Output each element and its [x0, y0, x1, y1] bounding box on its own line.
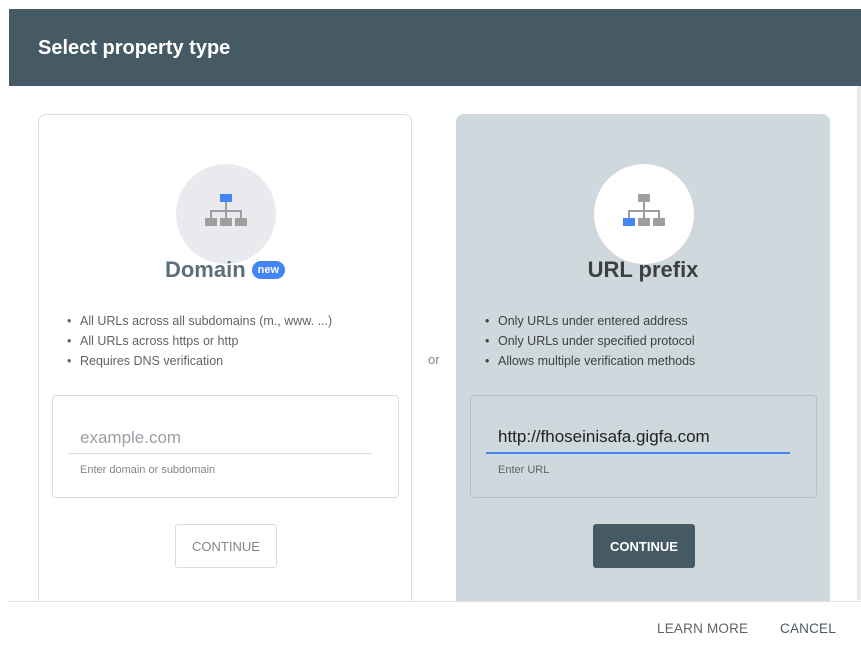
sitemap-icon: [205, 194, 247, 226]
sitemap-icon: [623, 194, 665, 226]
bullet-item: Only URLs under specified protocol: [485, 331, 695, 351]
domain-input-hint: Enter domain or subdomain: [80, 464, 216, 476]
domain-input[interactable]: [68, 422, 372, 454]
url-input-box: Enter URL: [470, 395, 817, 498]
url-input-hint: Enter URL: [498, 464, 550, 476]
bullet-item: All URLs across https or http: [67, 331, 332, 351]
bullet-item: Allows multiple verification methods: [485, 351, 695, 371]
domain-bullet-list: All URLs across all subdomains (m., www.…: [67, 311, 332, 371]
domain-title: Domain: [164, 257, 246, 282]
scrollbar[interactable]: [857, 86, 861, 600]
domain-card[interactable]: Domain new All URLs across all subdomains…: [38, 114, 412, 602]
dialog-title: Select property type: [38, 37, 231, 59]
url-input[interactable]: [486, 422, 790, 454]
dialog-header: Select property type: [9, 9, 861, 86]
domain-continue-button[interactable]: CONTINUE: [175, 524, 277, 568]
bullet-item: Only URLs under entered address: [485, 311, 695, 331]
url-prefix-icon-circle: [594, 164, 694, 264]
dialog-footer: LEARN MORE CANCEL: [9, 601, 861, 650]
or-separator: or: [428, 352, 440, 367]
new-badge: new: [251, 261, 286, 279]
domain-title-row: Domain new: [39, 257, 411, 283]
url-prefix-bullet-list: Only URLs under entered address Only URL…: [485, 311, 695, 371]
domain-icon-circle: [176, 164, 276, 264]
backdrop-edge: [0, 0, 9, 650]
url-prefix-card[interactable]: URL prefix Only URLs under entered addre…: [456, 114, 830, 602]
learn-more-button[interactable]: LEARN MORE: [657, 621, 748, 636]
select-property-dialog: Select property type Domain new All URLs …: [0, 0, 861, 650]
bullet-item: All URLs across all subdomains (m., www.…: [67, 311, 332, 331]
cancel-button[interactable]: CANCEL: [780, 621, 836, 636]
bullet-item: Requires DNS verification: [67, 351, 332, 371]
url-prefix-title: URL prefix: [587, 257, 699, 282]
domain-input-box: Enter domain or subdomain: [52, 395, 399, 498]
url-continue-button[interactable]: CONTINUE: [593, 524, 695, 568]
